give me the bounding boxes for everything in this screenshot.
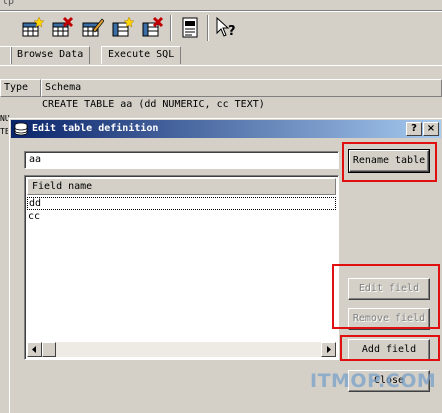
column-header-schema[interactable]: Schema (41, 79, 442, 97)
log-button[interactable] (178, 16, 202, 40)
delete-table-icon (52, 16, 74, 37)
fields-list[interactable]: Field name dd cc (24, 175, 339, 360)
new-table-icon (22, 16, 45, 37)
dialog-title: Edit table definition (32, 123, 159, 134)
delete-index-icon (142, 16, 164, 37)
delete-index-button[interactable] (140, 16, 164, 40)
list-item[interactable]: cc (27, 211, 336, 224)
toolbar: ? (0, 12, 442, 44)
toolbar-separator (207, 15, 209, 41)
schema-cell: CREATE TABLE aa (dd NUMERIC, cc TEXT) (42, 99, 265, 110)
highlight-box (342, 142, 437, 182)
highlight-box (332, 264, 440, 329)
modify-table-icon (82, 18, 105, 37)
menu-fragment-text: lp (2, 0, 15, 7)
close-icon[interactable]: × (423, 122, 439, 136)
new-index-icon (112, 16, 135, 37)
log-icon (182, 17, 198, 38)
svg-text:?: ? (228, 24, 236, 39)
help-button[interactable]: ? (406, 122, 422, 136)
toolbar-separator (170, 15, 172, 41)
scroll-right-button[interactable] (321, 342, 336, 357)
dialog-titlebar[interactable]: Edit table definition ? × (11, 120, 441, 138)
new-index-button[interactable] (110, 16, 135, 40)
arrow-right-icon (327, 346, 331, 353)
arrow-left-icon (32, 346, 36, 353)
menu-bar-fragment: lp (0, 0, 442, 10)
highlight-box (340, 335, 440, 361)
column-header-type[interactable]: Type (0, 79, 41, 97)
scroll-thumb[interactable] (42, 342, 56, 357)
app-icon (14, 122, 28, 136)
whats-this-button[interactable]: ? (214, 16, 238, 40)
list-item[interactable]: dd (27, 197, 336, 210)
watermark: ITMOP.COM (310, 370, 437, 392)
list-header-field-name[interactable]: Field name (27, 178, 336, 195)
main-tabs: Browse Data Execute SQL (0, 44, 442, 66)
edit-table-dialog: Edit table definition ? × aa Rename tabl… (8, 117, 442, 413)
whats-this-help-icon: ? (216, 16, 236, 39)
modify-table-button[interactable] (80, 16, 105, 40)
scroll-left-button[interactable] (27, 342, 42, 357)
table-name-input[interactable]: aa (24, 151, 339, 169)
tab-browse-data[interactable]: Browse Data (10, 46, 91, 64)
horizontal-scrollbar[interactable] (27, 342, 336, 357)
new-table-button[interactable] (20, 16, 45, 40)
delete-table-button[interactable] (50, 16, 74, 40)
tab-execute-sql[interactable]: Execute SQL (101, 46, 182, 64)
